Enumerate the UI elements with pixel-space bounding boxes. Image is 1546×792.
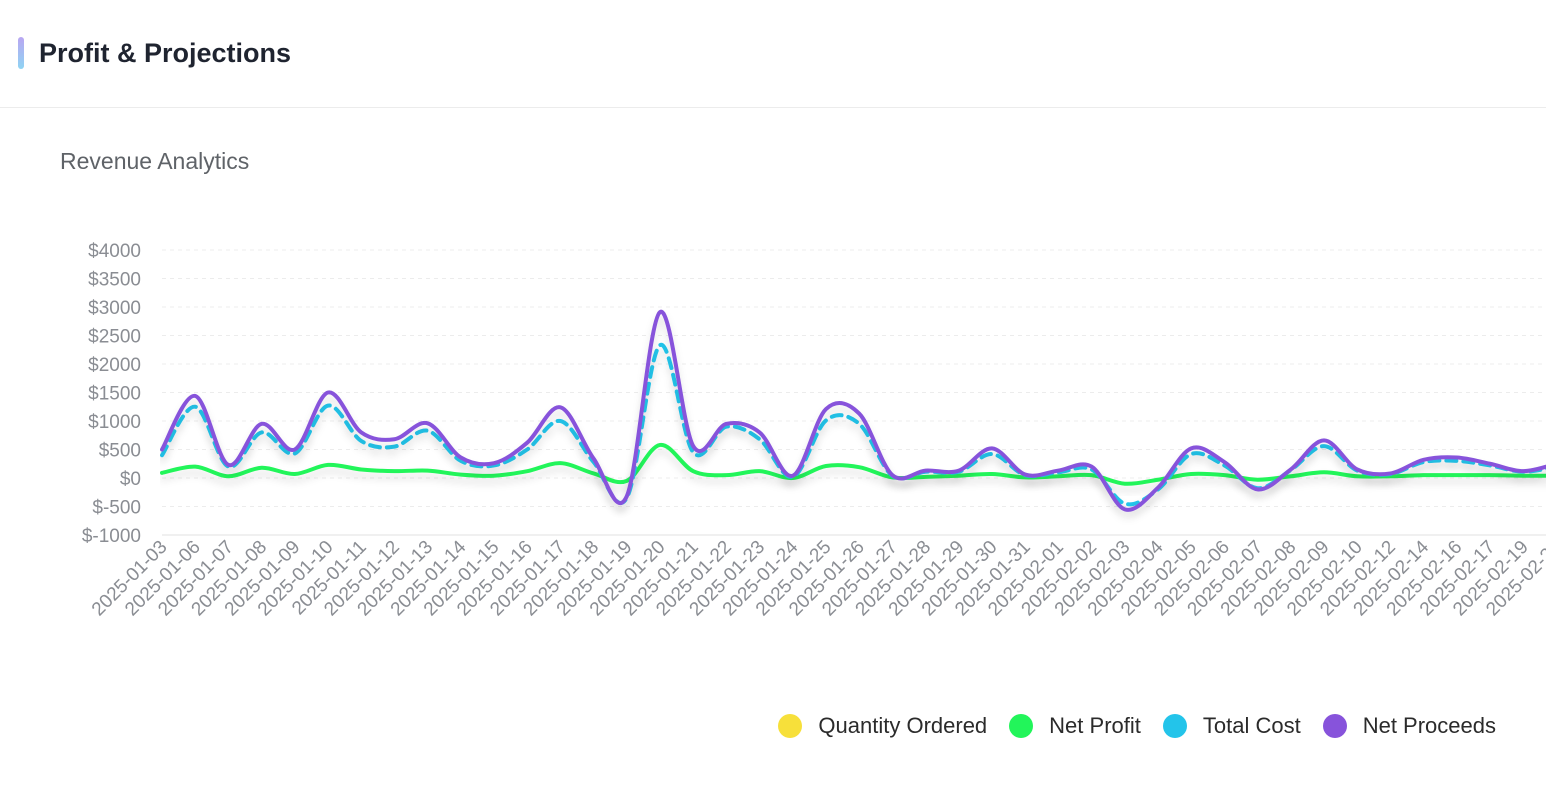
legend-label: Net Proceeds [1362, 713, 1496, 738]
series-line-net-proceeds [160, 310, 1546, 512]
legend-item-net-profit[interactable]: Net Profit [1009, 713, 1141, 739]
y-tick-label: $2500 [88, 327, 141, 348]
legend-swatch-net-profit [1009, 714, 1034, 738]
chart-legend: Quantity Ordered Net Profit Total Cost N… [756, 713, 1496, 739]
revenue-chart: $4000 $3500 $3000 $2500 $2000 $1500 $1000 $500 $… [82, 241, 1546, 620]
legend-item-quantity-ordered[interactable]: Quantity Ordered [778, 713, 987, 739]
legend-label: Total Cost [1202, 713, 1301, 738]
y-tick-label: $3500 [88, 270, 141, 291]
y-tick-label: $4000 [88, 241, 141, 262]
series-line-total-cost [160, 343, 1546, 507]
legend-swatch-total-cost [1162, 714, 1187, 738]
y-tick-label: $500 [99, 441, 141, 462]
y-tick-label: $0 [120, 469, 141, 490]
legend-label: Quantity Ordered [818, 713, 988, 738]
y-tick-label: $1500 [88, 384, 141, 405]
y-tick-label: $-500 [92, 498, 141, 519]
plot-area [160, 310, 1546, 512]
legend-swatch-net-proceeds [1322, 714, 1347, 738]
y-tick-label: $2000 [88, 355, 141, 376]
legend-label: Net Profit [1049, 713, 1141, 738]
legend-swatch-quantity-ordered [778, 714, 803, 738]
y-tick-label: $-1000 [82, 526, 141, 547]
legend-item-net-proceeds[interactable]: Net Proceeds [1322, 713, 1496, 739]
y-tick-label: $3000 [88, 298, 141, 319]
y-tick-label: $1000 [88, 412, 141, 433]
legend-item-total-cost[interactable]: Total Cost [1162, 713, 1301, 739]
